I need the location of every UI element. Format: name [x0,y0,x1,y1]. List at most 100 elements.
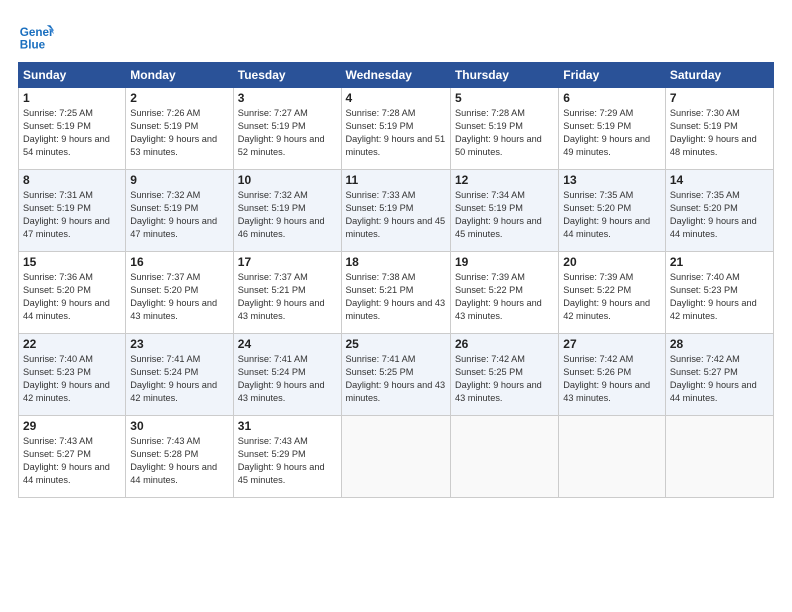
calendar-cell: 30Sunrise: 7:43 AM Sunset: 5:28 PM Dayli… [126,416,233,498]
day-info: Sunrise: 7:42 AM Sunset: 5:25 PM Dayligh… [455,353,554,405]
day-info: Sunrise: 7:40 AM Sunset: 5:23 PM Dayligh… [670,271,769,323]
weekday-header-thursday: Thursday [450,63,558,88]
calendar-cell: 26 Sunrise: 7:42 AM Sunset: 5:25 PM Dayli… [450,334,558,416]
day-number: 10 [238,173,337,187]
day-number: 17 [238,255,337,269]
calendar-cell [341,416,450,498]
calendar-cell: 25 Sunrise: 7:41 AM Sunset: 5:25 PM Dayli… [341,334,450,416]
weekday-header-wednesday: Wednesday [341,63,450,88]
day-info: Sunrise: 7:26 AM Sunset: 5:19 PM Dayligh… [130,107,228,159]
calendar-week-3: 15Sunrise: 7:36 AM Sunset: 5:20 PM Dayli… [19,252,774,334]
day-info: Sunrise: 7:42 AM Sunset: 5:27 PM Dayligh… [670,353,769,405]
calendar-cell: 4Sunrise: 7:28 AM Sunset: 5:19 PM Daylig… [341,88,450,170]
calendar-cell: 2Sunrise: 7:26 AM Sunset: 5:19 PM Daylig… [126,88,233,170]
calendar-cell: 12Sunrise: 7:34 AM Sunset: 5:19 PM Dayli… [450,170,558,252]
day-info: Sunrise: 7:39 AM Sunset: 5:22 PM Dayligh… [563,271,661,323]
day-info: Sunrise: 7:35 AM Sunset: 5:20 PM Dayligh… [670,189,769,241]
day-info: Sunrise: 7:41 AM Sunset: 5:25 PM Dayligh… [346,353,446,405]
day-number: 31 [238,419,337,433]
calendar-cell: 23 Sunrise: 7:41 AM Sunset: 5:24 PM Dayli… [126,334,233,416]
calendar-cell: 8Sunrise: 7:31 AM Sunset: 5:19 PM Daylig… [19,170,126,252]
day-number: 29 [23,419,121,433]
weekday-header-saturday: Saturday [665,63,773,88]
day-number: 19 [455,255,554,269]
logo: General Blue [18,18,58,54]
day-number: 21 [670,255,769,269]
calendar-week-4: 22Sunrise: 7:40 AM Sunset: 5:23 PM Dayli… [19,334,774,416]
calendar-cell [559,416,666,498]
day-number: 11 [346,173,446,187]
day-number: 18 [346,255,446,269]
calendar-cell: 21 Sunrise: 7:40 AM Sunset: 5:23 PM Dayli… [665,252,773,334]
page: General Blue SundayMondayTuesdayWednesda… [0,0,792,612]
day-info: Sunrise: 7:30 AM Sunset: 5:19 PM Dayligh… [670,107,769,159]
day-number: 25 [346,337,446,351]
day-info: Sunrise: 7:27 AM Sunset: 5:19 PM Dayligh… [238,107,337,159]
day-number: 7 [670,91,769,105]
day-info: Sunrise: 7:41 AM Sunset: 5:24 PM Dayligh… [130,353,228,405]
calendar-week-2: 8Sunrise: 7:31 AM Sunset: 5:19 PM Daylig… [19,170,774,252]
day-info: Sunrise: 7:43 AM Sunset: 5:29 PM Dayligh… [238,435,337,487]
day-number: 28 [670,337,769,351]
calendar-week-1: 1Sunrise: 7:25 AM Sunset: 5:19 PM Daylig… [19,88,774,170]
day-info: Sunrise: 7:41 AM Sunset: 5:24 PM Dayligh… [238,353,337,405]
calendar-cell: 11 Sunrise: 7:33 AM Sunset: 5:19 PM Dayli… [341,170,450,252]
calendar-cell: 6Sunrise: 7:29 AM Sunset: 5:19 PM Daylig… [559,88,666,170]
calendar-cell: 5 Sunrise: 7:28 AM Sunset: 5:19 PM Daylig… [450,88,558,170]
day-info: Sunrise: 7:32 AM Sunset: 5:19 PM Dayligh… [130,189,228,241]
calendar-table: SundayMondayTuesdayWednesdayThursdayFrid… [18,62,774,498]
day-number: 24 [238,337,337,351]
weekday-header-tuesday: Tuesday [233,63,341,88]
day-number: 15 [23,255,121,269]
svg-text:Blue: Blue [20,39,46,52]
calendar-cell: 18 Sunrise: 7:38 AM Sunset: 5:21 PM Dayli… [341,252,450,334]
day-number: 14 [670,173,769,187]
calendar-cell: 17Sunrise: 7:37 AM Sunset: 5:21 PM Dayli… [233,252,341,334]
weekday-header-sunday: Sunday [19,63,126,88]
day-info: Sunrise: 7:32 AM Sunset: 5:19 PM Dayligh… [238,189,337,241]
weekday-header-friday: Friday [559,63,666,88]
day-info: Sunrise: 7:28 AM Sunset: 5:19 PM Dayligh… [455,107,554,159]
svg-text:General: General [20,26,54,39]
calendar-cell: 29 Sunrise: 7:43 AM Sunset: 5:27 PM Dayli… [19,416,126,498]
day-number: 26 [455,337,554,351]
calendar-cell: 27Sunrise: 7:42 AM Sunset: 5:26 PM Dayli… [559,334,666,416]
day-number: 3 [238,91,337,105]
calendar-cell: 1Sunrise: 7:25 AM Sunset: 5:19 PM Daylig… [19,88,126,170]
calendar-cell: 10 Sunrise: 7:32 AM Sunset: 5:19 PM Dayli… [233,170,341,252]
day-info: Sunrise: 7:39 AM Sunset: 5:22 PM Dayligh… [455,271,554,323]
calendar-cell [665,416,773,498]
calendar-cell: 15Sunrise: 7:36 AM Sunset: 5:20 PM Dayli… [19,252,126,334]
calendar-cell: 9 Sunrise: 7:32 AM Sunset: 5:19 PM Daylig… [126,170,233,252]
header: General Blue [18,18,774,54]
day-number: 27 [563,337,661,351]
day-info: Sunrise: 7:43 AM Sunset: 5:27 PM Dayligh… [23,435,121,487]
calendar-week-5: 29 Sunrise: 7:43 AM Sunset: 5:27 PM Dayli… [19,416,774,498]
calendar-cell [450,416,558,498]
day-info: Sunrise: 7:34 AM Sunset: 5:19 PM Dayligh… [455,189,554,241]
calendar-cell: 28 Sunrise: 7:42 AM Sunset: 5:27 PM Dayli… [665,334,773,416]
calendar-cell: 24 Sunrise: 7:41 AM Sunset: 5:24 PM Dayli… [233,334,341,416]
day-info: Sunrise: 7:33 AM Sunset: 5:19 PM Dayligh… [346,189,446,241]
day-number: 23 [130,337,228,351]
calendar-cell: 19 Sunrise: 7:39 AM Sunset: 5:22 PM Dayli… [450,252,558,334]
logo-icon: General Blue [18,18,54,54]
day-number: 5 [455,91,554,105]
day-info: Sunrise: 7:40 AM Sunset: 5:23 PM Dayligh… [23,353,121,405]
day-number: 16 [130,255,228,269]
calendar-cell: 13Sunrise: 7:35 AM Sunset: 5:20 PM Dayli… [559,170,666,252]
day-number: 6 [563,91,661,105]
calendar-cell: 16 Sunrise: 7:37 AM Sunset: 5:20 PM Dayli… [126,252,233,334]
day-number: 9 [130,173,228,187]
day-info: Sunrise: 7:31 AM Sunset: 5:19 PM Dayligh… [23,189,121,241]
day-info: Sunrise: 7:37 AM Sunset: 5:20 PM Dayligh… [130,271,228,323]
day-info: Sunrise: 7:43 AM Sunset: 5:28 PM Dayligh… [130,435,228,487]
day-info: Sunrise: 7:35 AM Sunset: 5:20 PM Dayligh… [563,189,661,241]
calendar-cell: 20 Sunrise: 7:39 AM Sunset: 5:22 PM Dayli… [559,252,666,334]
day-number: 4 [346,91,446,105]
calendar-cell: 22Sunrise: 7:40 AM Sunset: 5:23 PM Dayli… [19,334,126,416]
calendar-header-row: SundayMondayTuesdayWednesdayThursdayFrid… [19,63,774,88]
day-info: Sunrise: 7:38 AM Sunset: 5:21 PM Dayligh… [346,271,446,323]
day-number: 20 [563,255,661,269]
weekday-header-monday: Monday [126,63,233,88]
